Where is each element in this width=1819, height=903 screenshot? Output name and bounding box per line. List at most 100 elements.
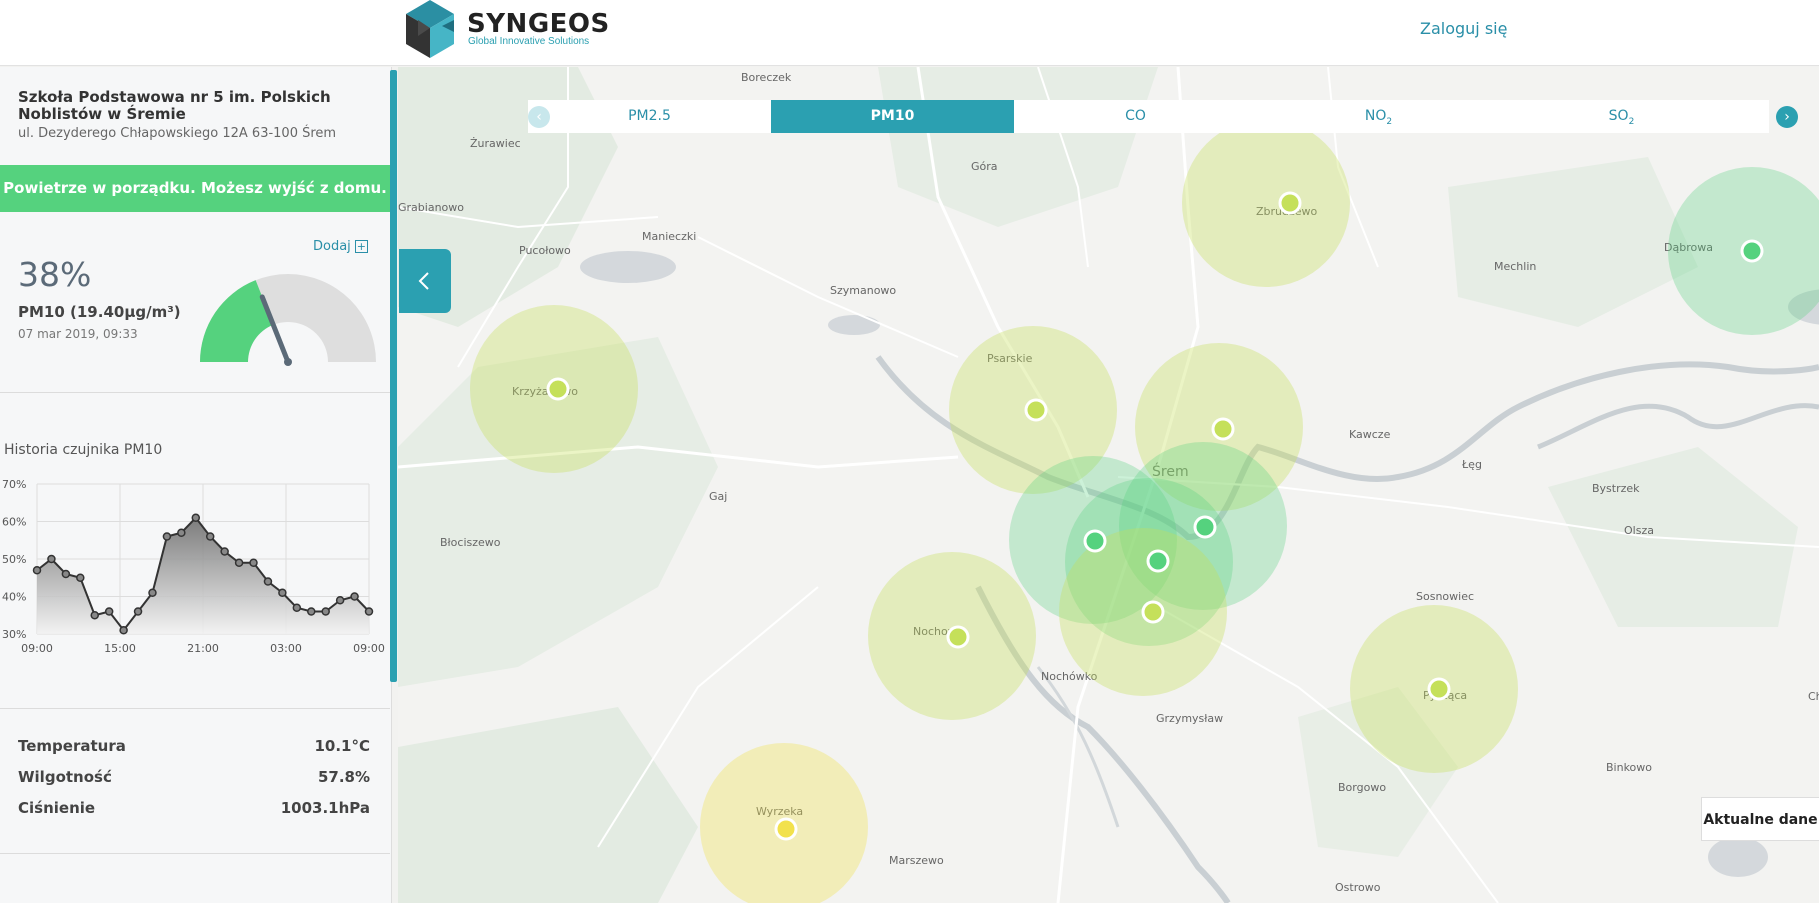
chart-point [220,547,229,556]
tab-label: CO [1125,108,1146,124]
syngeos-logo-icon [406,0,454,58]
tab-no2[interactable]: NO2 [1257,100,1500,133]
tab-pm25[interactable]: PM2.5 [528,100,771,133]
chart-point [47,554,56,564]
current-data-button[interactable]: Aktualne dane [1701,797,1819,841]
chart-point [133,607,143,616]
tab-label: PM2.5 [628,108,671,124]
history-chart: 70%60%50%40%30% 09:00 15:00 21:00 03:00 09:0… [2,478,385,655]
stat-label: Ciśnienie [18,799,96,817]
sensor-marker[interactable] [1193,515,1217,539]
tab-so2[interactable]: SO2 [1500,100,1743,133]
y-tick-label: 30% [2,628,26,641]
x-tick-label: 09:00 [353,642,385,655]
chart-point [61,569,71,579]
chart-point [32,566,42,575]
sensor-marker[interactable] [946,625,970,649]
x-tick-label: 21:00 [187,642,219,655]
y-tick-label: 60% [2,516,26,529]
y-tick-label: 40% [2,591,26,604]
aqi-gauge [200,274,376,366]
sidebar-scrollbar[interactable] [390,70,397,682]
chart-point [76,573,85,582]
divider [0,853,390,854]
chevron-left-icon [418,272,429,290]
chart-point [263,577,273,586]
tab-label: NO [1364,108,1387,124]
stat-label: Wilgotność [18,768,112,786]
measurement-date: 07 mar 2019, 09:33 [18,327,138,341]
x-tick-label: 09:00 [21,642,53,655]
chart-point [321,607,330,616]
divider [0,708,390,709]
chart-point [162,532,172,541]
top-header: SYNGEOS Global Innovative Solutions Zalo… [0,0,1819,66]
chevron-right-icon[interactable]: › [1776,106,1798,128]
tab-label: PM10 [870,108,915,124]
stat-pressure: Ciśnienie 1003.1hPa [18,799,370,819]
aqi-percent: 38% [18,255,92,294]
pollutant-tabs: PM2.5 PM10 CO NO2 SO2 [528,100,1769,133]
divider [0,392,390,393]
y-tick-label: 50% [2,553,26,566]
chart-point [205,532,215,541]
chart-point [249,558,258,567]
plus-icon: + [354,240,368,253]
chart-point [307,607,316,616]
station-address: ul. Dezyderego Chłapowskiego 12A 63-100 … [18,126,337,141]
tab-label: SO [1608,108,1629,124]
stat-value: 10.1°C [314,737,370,755]
stat-value: 57.8% [317,768,370,786]
chevron-left-icon[interactable]: ‹ [528,106,550,128]
collapse-sidebar-button[interactable] [399,249,451,313]
chart-point [234,558,244,567]
sensor-marker[interactable] [774,817,798,841]
sensor-marker[interactable] [1211,417,1235,441]
pm-value: PM10 (19.40µg/m³) [18,303,181,321]
tab-subscript: 2 [1628,116,1635,127]
chart-point [292,603,302,612]
sensor-layer[interactable] [398,67,1819,903]
x-tick-label: 03:00 [270,642,302,655]
tab-co[interactable]: CO [1014,100,1257,133]
stat-temperature: Temperatura 10.1°C [18,737,370,757]
history-title: Historia czujnika PM10 [4,442,163,458]
sensor-marker[interactable] [1740,239,1764,263]
chart-point [278,588,287,597]
chart-point [191,513,201,522]
logo-tagline: Global Innovative Solutions [468,36,590,47]
add-station-button[interactable]: Dodaj + [313,239,368,254]
sensor-marker[interactable] [1083,529,1107,553]
chart-point [119,626,128,635]
chart-point [335,596,345,605]
chart-x-ticks: 09:00 15:00 21:00 03:00 09:00 [21,642,385,655]
login-link[interactable]: Zaloguj się [1420,19,1507,38]
sensor-marker[interactable] [546,377,570,401]
chart-point [90,611,99,620]
x-tick-label: 15:00 [104,642,136,655]
station-sidebar: Szkoła Podstawowa nr 5 im. Polskich Nobl… [0,67,392,903]
sensor-marker[interactable] [1141,600,1165,624]
tab-subscript: 2 [1386,116,1393,127]
syngeos-logo[interactable]: SYNGEOS Global Innovative Solutions [402,0,622,60]
gauge-hub [284,358,292,366]
air-status-banner: Powietrze w porządku. Możesz wyjść z dom… [0,165,390,212]
sensor-marker[interactable] [1278,191,1302,215]
logo-name: SYNGEOS [467,9,610,39]
stat-value: 1003.1hPa [280,799,370,817]
stat-humidity: Wilgotność 57.8% [18,768,370,788]
chart-point [148,588,157,597]
chart-y-ticks: 70% 60% 50% 40% 30% [2,478,26,641]
sensor-marker[interactable] [1146,549,1170,573]
sensor-marker[interactable] [1427,677,1451,701]
sensor-range [1182,119,1350,287]
add-label: Dodaj [313,239,351,254]
y-tick-label: 70% [2,478,26,491]
sensor-marker[interactable] [1024,398,1048,422]
station-name: Szkoła Podstawowa nr 5 im. Polskich Nobl… [18,88,331,123]
tab-pm10[interactable]: PM10 [771,100,1014,133]
chart-point [104,607,114,616]
stat-label: Temperatura [18,737,126,755]
air-quality-map[interactable]: Boreczek Żurawiec Góra Zbrudzewo Dąbrowa… [398,67,1819,903]
chart-area [37,517,369,634]
